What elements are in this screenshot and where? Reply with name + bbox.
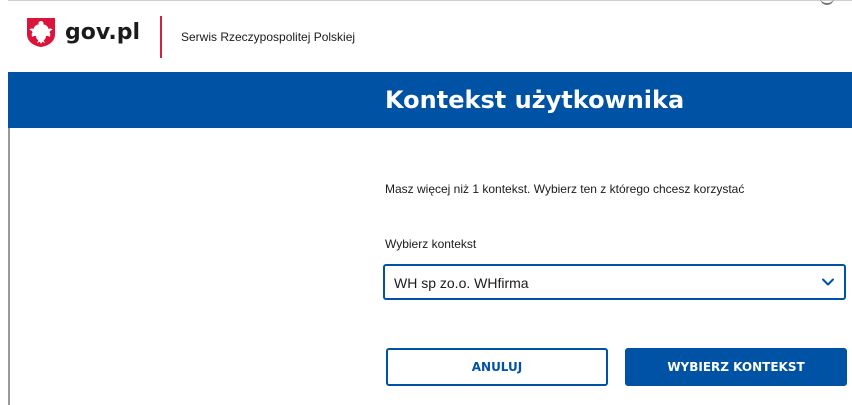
page-title: Kontekst użytkownika: [385, 86, 685, 114]
info-text: Masz więcej niż 1 kontekst. Wybierz ten …: [385, 182, 745, 196]
cancel-button[interactable]: ANULUJ: [386, 348, 608, 386]
chevron-down-icon: [822, 278, 834, 286]
context-select[interactable]: WH sp zo.o. WHfirma: [383, 264, 846, 300]
site-header: gov.pl Serwis Rzeczypospolitej Polskiej: [8, 0, 852, 72]
context-select-value: WH sp zo.o. WHfirma: [394, 275, 529, 291]
logo-text: gov.pl: [65, 19, 141, 45]
left-border: [8, 128, 10, 405]
choose-context-button[interactable]: WYBIERZ KONTEKST: [625, 348, 847, 386]
page: gov.pl Serwis Rzeczypospolitej Polskiej …: [0, 0, 852, 405]
polish-eagle-icon: [27, 18, 55, 47]
service-name: Serwis Rzeczypospolitej Polskiej: [181, 30, 356, 44]
header-divider: [160, 16, 162, 58]
context-select-label: Wybierz kontekst: [385, 237, 477, 251]
govpl-logo[interactable]: gov.pl: [25, 16, 140, 48]
title-banner: Kontekst użytkownika: [8, 72, 852, 128]
corner-mark: [820, 0, 834, 5]
